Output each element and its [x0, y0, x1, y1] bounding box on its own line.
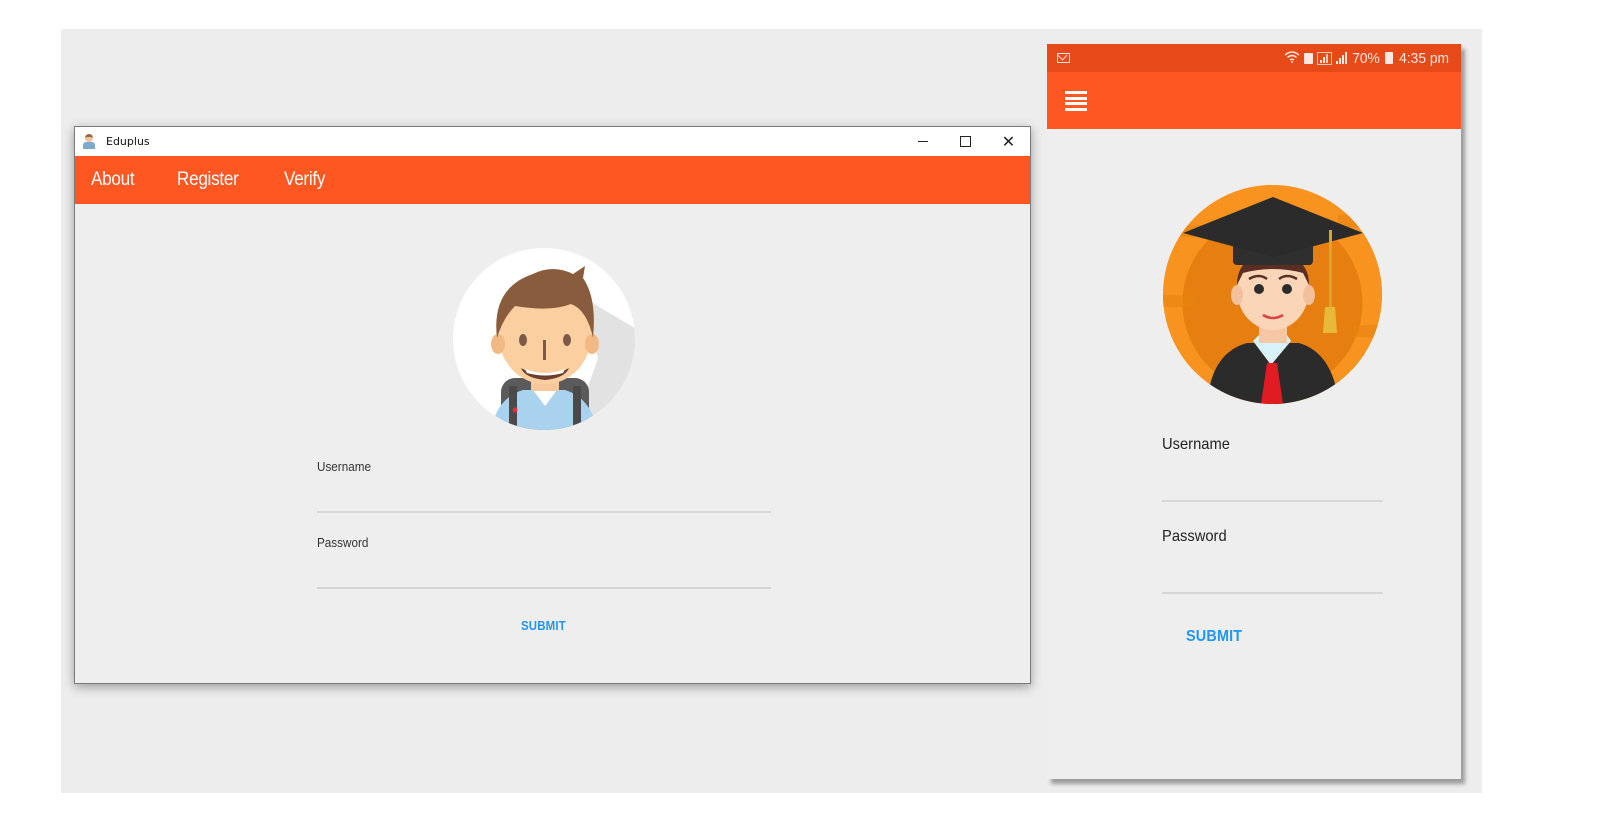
- minimize-button[interactable]: [901, 127, 944, 156]
- mobile-screen: 70% 4:35 pm Username Password SUBMIT: [1047, 44, 1461, 779]
- password-label: Password: [317, 535, 369, 550]
- username-label: Username: [317, 459, 371, 474]
- battery-percent: 70%: [1351, 49, 1380, 67]
- status-bar: 70% 4:35 pm: [1047, 44, 1461, 72]
- mail-icon: [1057, 53, 1070, 63]
- maximize-button[interactable]: [944, 127, 987, 156]
- mobile-submit-button[interactable]: SUBMIT: [1186, 628, 1242, 646]
- window-controls: ✕: [901, 127, 1030, 156]
- status-time: 4:35 pm: [1398, 49, 1449, 67]
- nav-item-register[interactable]: Register: [177, 169, 239, 191]
- mobile-password-label: Password: [1162, 528, 1227, 545]
- sim-card-icon: [1303, 52, 1313, 64]
- nav-item-about[interactable]: About: [91, 169, 135, 191]
- desktop-window: Eduplus ✕ About Register Verify Username…: [74, 126, 1031, 684]
- hamburger-menu-icon[interactable]: [1065, 91, 1087, 111]
- wifi-icon: [1284, 50, 1300, 66]
- nav-item-verify[interactable]: Verify: [284, 169, 325, 191]
- submit-button[interactable]: SUBMIT: [521, 618, 566, 633]
- graduate-avatar-illustration: [1163, 185, 1382, 404]
- student-avatar: [453, 248, 635, 430]
- signal-box-icon: [1316, 51, 1332, 65]
- password-input[interactable]: [317, 555, 771, 585]
- mobile-username-input[interactable]: [1162, 462, 1383, 498]
- username-underline: [317, 511, 771, 513]
- mobile-username-label: Username: [1162, 436, 1230, 453]
- window-title: Eduplus: [106, 135, 150, 148]
- username-input[interactable]: [317, 479, 771, 509]
- graduate-avatar: [1163, 185, 1382, 404]
- signal-strength-icon: [1335, 52, 1347, 64]
- mobile-password-underline: [1162, 592, 1383, 594]
- battery-icon: [1384, 52, 1393, 64]
- app-logo-icon: [82, 133, 96, 150]
- password-underline: [317, 587, 771, 589]
- app-bar: [1047, 72, 1461, 129]
- title-bar[interactable]: Eduplus ✕: [75, 127, 1030, 156]
- mobile-password-input[interactable]: [1162, 554, 1383, 590]
- close-icon: ✕: [1001, 132, 1016, 151]
- mobile-username-underline: [1162, 500, 1383, 502]
- nav-bar: About Register Verify: [75, 156, 1030, 204]
- close-button[interactable]: ✕: [987, 127, 1030, 156]
- student-avatar-illustration: [491, 266, 635, 430]
